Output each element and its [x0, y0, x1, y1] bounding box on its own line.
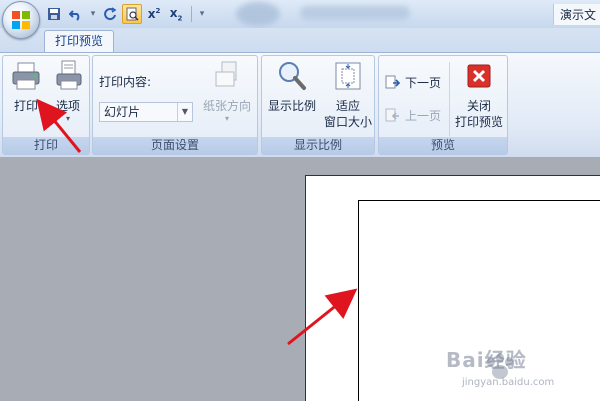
- page-orientation-icon: [215, 61, 237, 87]
- title-bar: ▾ x2 x2 ▾ 演示文: [0, 0, 600, 29]
- tab-print-preview[interactable]: 打印预览: [44, 30, 114, 52]
- orientation-button[interactable]: 纸张方向 ▾: [199, 58, 255, 124]
- watermark-brand: Bai经验: [446, 348, 527, 372]
- page-setup-group-label: 页面设置: [93, 137, 257, 154]
- ribbon-tab-row: 打印预览: [0, 28, 600, 52]
- preview-group-label: 预览: [379, 137, 507, 154]
- chevron-down-icon[interactable]: ▾: [88, 4, 98, 24]
- blurred-region: [300, 6, 410, 20]
- print-content-label: 打印内容:: [99, 75, 152, 89]
- watermark-url: jingyan.baidu.com: [462, 377, 555, 388]
- prev-page-button[interactable]: 上一页: [385, 104, 441, 126]
- print-content-value: 幻灯片: [104, 105, 141, 119]
- office-logo-icon: [12, 11, 30, 29]
- fit-window-label-line1: 适应: [335, 99, 360, 113]
- preview-group: 下一页 上一页 关闭 打印预览 预览: [378, 55, 508, 155]
- prev-page-icon: [385, 108, 399, 122]
- chevron-down-icon: ▼: [177, 103, 192, 121]
- close-print-preview-button[interactable]: 关闭 打印预览: [451, 58, 507, 130]
- orientation-button-label: 纸张方向: [202, 99, 251, 113]
- office-button[interactable]: [2, 1, 40, 39]
- close-label-line2: 打印预览: [454, 115, 503, 129]
- chevron-down-icon: ▾: [65, 114, 70, 123]
- prev-page-label: 上一页: [405, 108, 442, 123]
- toolbar-separator: [191, 6, 192, 22]
- fit-window-icon: [335, 62, 361, 90]
- blurred-region: [236, 2, 280, 26]
- superscript-icon[interactable]: x2: [144, 4, 164, 24]
- magnifier-icon: [279, 62, 306, 90]
- zoom-button-label: 显示比例: [267, 99, 316, 113]
- undo-icon[interactable]: [66, 4, 86, 24]
- customize-icon[interactable]: ▾: [197, 4, 207, 24]
- print-group: 打印 选项 ▾ 打印: [2, 55, 90, 155]
- close-icon: [467, 64, 491, 88]
- next-page-label: 下一页: [405, 75, 442, 90]
- page-setup-group: 打印内容: 幻灯片 ▼ 纸张方向 ▾ 页面设置: [92, 55, 258, 155]
- print-button[interactable]: 打印: [7, 58, 45, 114]
- zoom-group-label: 显示比例: [262, 137, 374, 154]
- printer-icon: [12, 62, 40, 90]
- fit-window-label-line2: 窗口大小: [323, 115, 372, 129]
- options-button[interactable]: 选项 ▾: [49, 58, 87, 124]
- group-separator: [449, 62, 450, 136]
- zoom-group: 显示比例 适应 窗口大小 显示比例: [261, 55, 375, 155]
- fit-to-window-button[interactable]: 适应 窗口大小: [320, 58, 376, 130]
- close-label-line1: 关闭: [466, 99, 491, 113]
- next-page-icon: [385, 75, 401, 89]
- quick-access-toolbar: ▾ x2 x2 ▾: [44, 3, 207, 25]
- print-button-label: 打印: [13, 99, 38, 113]
- printer-options-icon: [56, 60, 82, 90]
- subscript-icon[interactable]: x2: [166, 4, 186, 24]
- app-title: 演示文: [552, 4, 600, 25]
- chevron-down-icon: ▾: [224, 114, 229, 123]
- options-button-label: 选项: [55, 99, 80, 113]
- print-group-label: 打印: [3, 137, 89, 154]
- ribbon: 打印 选项 ▾ 打印 打印内容: 幻灯片 ▼ 纸张方向 ▾ 页面设置 显示比例 …: [0, 52, 600, 158]
- print-preview-icon[interactable]: [122, 4, 142, 24]
- next-page-button[interactable]: 下一页: [385, 71, 441, 93]
- zoom-button[interactable]: 显示比例: [264, 58, 320, 114]
- print-content-select[interactable]: 幻灯片 ▼: [99, 102, 193, 122]
- redo-icon[interactable]: [100, 4, 120, 24]
- save-icon[interactable]: [44, 4, 64, 24]
